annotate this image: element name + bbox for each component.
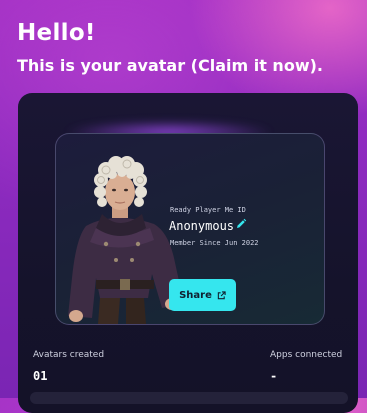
member-since-text: Member Since Jun 2022 — [170, 239, 259, 247]
greeting-title: Hello! — [17, 20, 96, 46]
next-section-strip — [30, 392, 348, 404]
pencil-icon[interactable] — [235, 218, 247, 230]
apps-connected-value: - — [270, 369, 278, 383]
share-button[interactable]: Share — [169, 279, 236, 311]
avatar-image — [68, 156, 184, 324]
avatar-subtitle: This is your avatar (Claim it now). — [17, 56, 323, 75]
username: Anonymous — [169, 219, 235, 233]
apps-connected-label: Apps connected — [270, 350, 343, 360]
ready-player-me-id-label: Ready Player Me ID — [170, 206, 246, 214]
avatars-created-label: Avatars created — [33, 350, 105, 360]
external-link-icon — [217, 290, 226, 299]
share-button-label: Share — [179, 289, 212, 301]
avatars-created-value: 01 — [33, 369, 48, 383]
